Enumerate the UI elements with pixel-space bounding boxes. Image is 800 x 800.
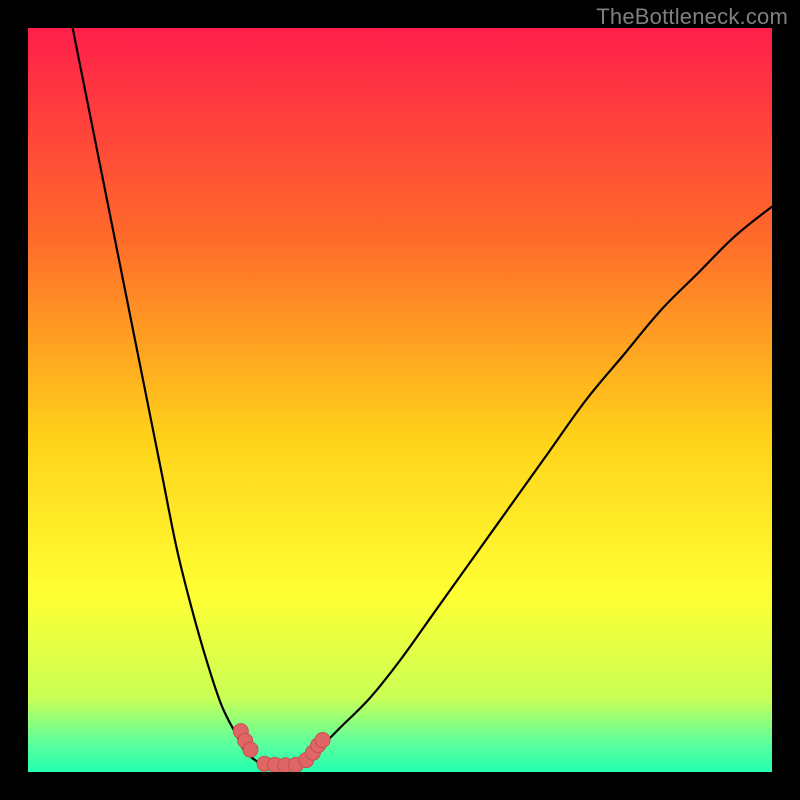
- curve-marker: [243, 742, 258, 757]
- plot-svg: [28, 28, 772, 772]
- curve-marker: [315, 733, 330, 748]
- chart-frame: [28, 28, 772, 772]
- watermark-text: TheBottleneck.com: [596, 4, 788, 30]
